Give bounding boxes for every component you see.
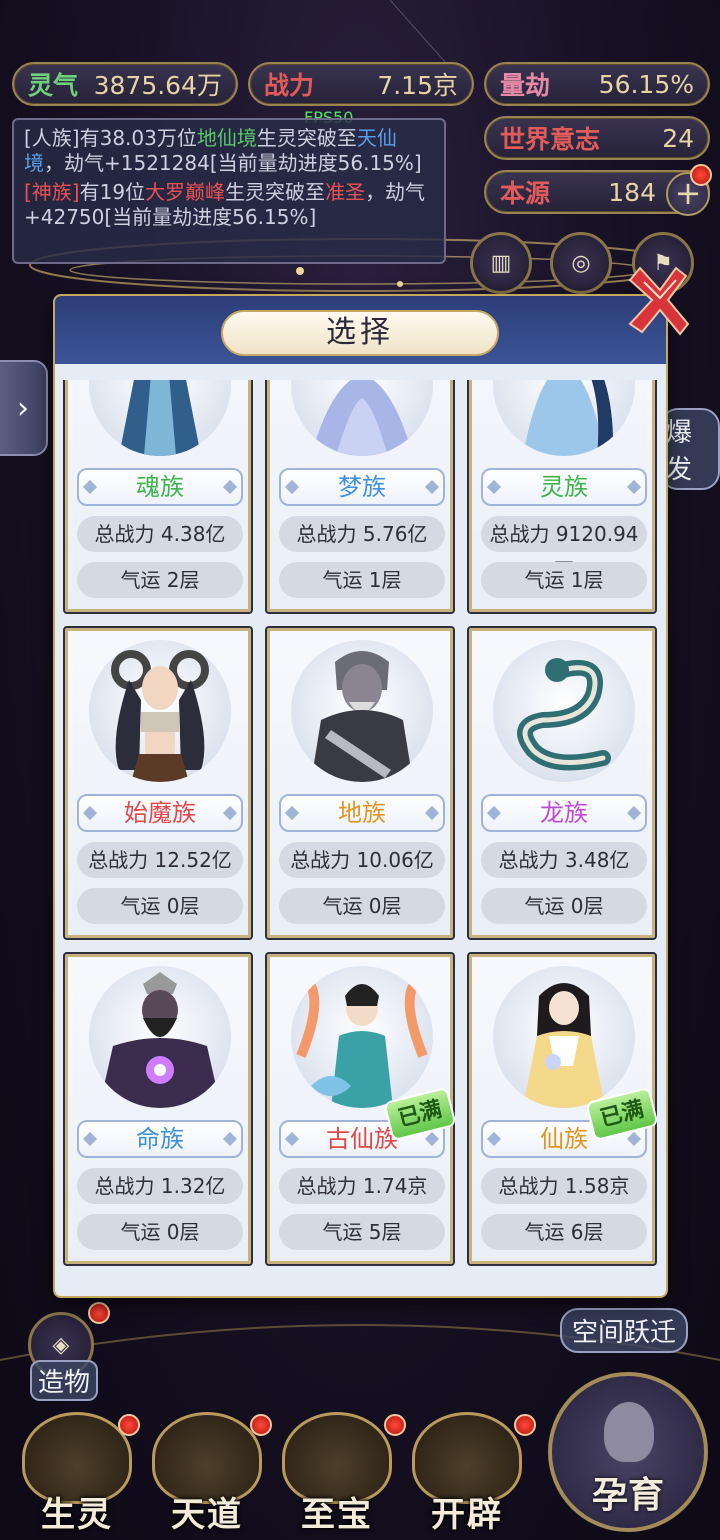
- race-power: 总战力 10.06亿: [279, 842, 445, 878]
- log-text: 有19位: [79, 180, 146, 204]
- log-text: ，劫气+1521284[当前量劫进度56.15%]: [44, 151, 422, 175]
- race-luck: 气运 0层: [279, 888, 445, 924]
- guxianzu-portrait: [291, 966, 433, 1108]
- race-power: 总战力 9120.94万: [481, 516, 647, 582]
- burst-button[interactable]: 爆发: [660, 408, 720, 490]
- resource-benyuan-value: 184: [608, 177, 656, 207]
- notification-dot: [384, 1414, 406, 1436]
- scroll-icon[interactable]: ▥: [470, 232, 532, 294]
- nav-zhibao[interactable]: 至宝: [278, 1412, 396, 1540]
- modal-title: 选择: [221, 310, 499, 356]
- shimozu-portrait: [89, 640, 231, 782]
- race-name: 命族: [77, 1120, 243, 1158]
- event-log: [人族]有38.03万位地仙境生灵突破至天仙境，劫气+1521284[当前量劫进…: [12, 118, 446, 264]
- resource-lingqi-label: 灵气: [28, 71, 79, 100]
- nav-tiandao[interactable]: 天道: [148, 1412, 266, 1540]
- race-luck: 气运 5层: [279, 1214, 445, 1250]
- race-power: 总战力 1.32亿: [77, 1168, 243, 1204]
- race-name: 龙族: [481, 794, 647, 832]
- resource-zhanli: 战力 7.15京: [248, 62, 474, 106]
- race-grid[interactable]: 魂族 总战力 4.38亿 气运 2层 梦族 总战力 5.76亿 气运 1层 灵族…: [63, 380, 658, 1272]
- log-rank: 大罗巅峰: [145, 180, 226, 204]
- race-card-meng[interactable]: 梦族 总战力 5.76亿 气运 1层: [265, 380, 455, 614]
- resource-shijie-label: 世界意志: [500, 125, 601, 154]
- race-card-ling[interactable]: 灵族 总战力 9120.94万 气运 1层: [467, 380, 657, 614]
- notification-dot: [88, 1302, 110, 1324]
- close-modal-button[interactable]: [622, 262, 690, 338]
- log-race: [神族]: [24, 180, 80, 204]
- log-text: 生灵突破至: [256, 126, 357, 150]
- dizu-portrait: [291, 640, 433, 782]
- notification-dot: [118, 1414, 140, 1436]
- race-card-shimo[interactable]: 始魔族 总战力 12.52亿 气运 0层: [63, 626, 253, 940]
- yunyu-silhouette-icon: [604, 1402, 654, 1462]
- hunzu-portrait: [89, 380, 231, 456]
- yunyu-label: 孕育: [591, 1474, 664, 1516]
- notification-dot: [690, 164, 712, 186]
- nav-label: 开辟: [431, 1495, 503, 1535]
- log-line: [人族]有38.03万位地仙境生灵突破至天仙境，劫气+1521284[当前量劫进…: [24, 126, 434, 176]
- race-power: 总战力 12.52亿: [77, 842, 243, 878]
- yunyu-button[interactable]: 孕育: [548, 1372, 708, 1532]
- resource-liangjie[interactable]: 量劫 56.15%: [484, 62, 710, 106]
- close-icon: [628, 266, 690, 336]
- race-luck: 气运 2层: [77, 562, 243, 598]
- race-select-modal: 选择 魂族 总战力 4.38亿 气运 2层 梦族 总战力 5.76亿 气运 1层…: [55, 296, 666, 1296]
- race-card-guxian[interactable]: 古仙族 总战力 1.74京 气运 5层 已满: [265, 952, 457, 1266]
- log-text: [人族]有38.03万位: [24, 126, 197, 150]
- race-card-ming[interactable]: 命族 总战力 1.32亿 气运 0层: [63, 952, 253, 1266]
- log-rank: 地仙境: [196, 126, 257, 150]
- race-luck: 气运 1层: [279, 562, 445, 598]
- log-text: 生灵突破至: [225, 180, 326, 204]
- race-name: 地族: [279, 794, 445, 832]
- notification-dot: [514, 1414, 536, 1436]
- race-card-long[interactable]: 龙族 总战力 3.48亿 气运 0层: [467, 626, 657, 940]
- nav-label: 生灵: [41, 1495, 113, 1535]
- nav-label: 天道: [171, 1495, 243, 1535]
- resource-zhanli-label: 战力: [264, 71, 315, 100]
- resource-benyuan-label: 本源: [500, 179, 551, 208]
- resource-lingqi: 灵气 3875.64万: [12, 62, 238, 106]
- log-line: [神族]有19位大罗巅峰生灵突破至准圣，劫气+42750[当前量劫进度56.15…: [24, 180, 434, 230]
- resource-lingqi-value: 3875.64万: [93, 71, 222, 100]
- race-power: 总战力 4.38亿: [77, 516, 243, 552]
- race-luck: 气运 6层: [481, 1214, 647, 1250]
- race-power: 总战力 3.48亿: [481, 842, 647, 878]
- race-name: 灵族: [481, 468, 647, 506]
- race-luck: 气运 0层: [481, 888, 647, 924]
- race-power: 总战力 1.74京: [279, 1168, 445, 1204]
- race-luck: 气运 0层: [77, 1214, 243, 1250]
- expand-side-panel-button[interactable]: ›: [0, 360, 48, 456]
- race-card-di[interactable]: 地族 总战力 10.06亿 气运 0层: [265, 626, 455, 940]
- nav-label: 至宝: [301, 1495, 373, 1535]
- resource-shijie[interactable]: 世界意志 24: [484, 116, 710, 160]
- log-target: 准圣: [325, 180, 366, 204]
- resource-liangjie-label: 量劫: [500, 71, 551, 100]
- race-luck: 气运 0层: [77, 888, 243, 924]
- zaowu-button[interactable]: 造物: [30, 1360, 99, 1401]
- compass-icon[interactable]: ◎: [550, 232, 612, 294]
- race-luck: 气运 1层: [481, 562, 647, 598]
- resource-zhanli-value: 7.15京: [377, 71, 458, 100]
- space-jump-button[interactable]: 空间跃迁: [560, 1308, 689, 1353]
- race-power: 总战力 5.76亿: [279, 516, 445, 552]
- nav-kaipi[interactable]: 开辟: [408, 1412, 526, 1540]
- race-power: 总战力 1.58京: [481, 1168, 647, 1204]
- race-card-xian[interactable]: 仙族 总战力 1.58京 气运 6层 已满: [467, 952, 658, 1266]
- race-name: 梦族: [279, 468, 445, 506]
- race-name: 魂族: [77, 468, 243, 506]
- longzu-portrait: [493, 640, 635, 782]
- notification-dot: [250, 1414, 272, 1436]
- resource-liangjie-value: 56.15%: [598, 69, 694, 99]
- xianzu-portrait: [493, 966, 635, 1108]
- mingzu-portrait: [89, 966, 231, 1108]
- nav-shengling[interactable]: 生灵: [18, 1412, 136, 1540]
- race-name: 始魔族: [77, 794, 243, 832]
- lingzu-portrait: [493, 380, 635, 456]
- mengzu-portrait: [291, 380, 433, 456]
- race-card-hun[interactable]: 魂族 总战力 4.38亿 气运 2层: [63, 380, 253, 614]
- resource-shijie-value: 24: [662, 123, 694, 153]
